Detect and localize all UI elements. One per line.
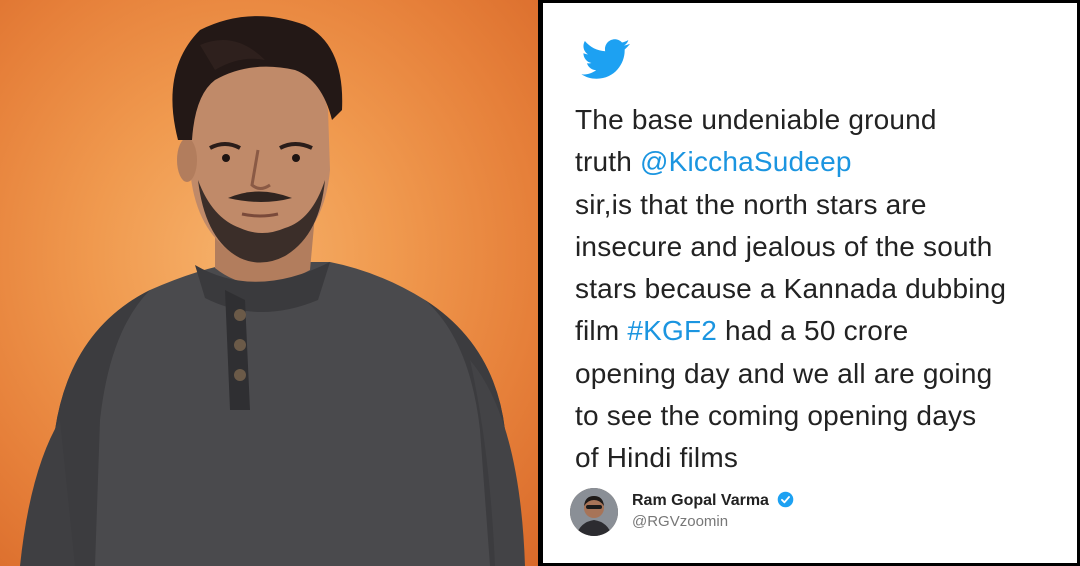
tweet-body: The base undeniable ground truth @KicchaS… [575, 99, 1070, 480]
meme-frame: The base undeniable ground truth @KicchaS… [0, 0, 1080, 566]
tweet-line: The base undeniable ground [575, 99, 1070, 141]
tweet-text-segment: sir,is that the north stars are [575, 188, 927, 220]
tweet-line: to see the coming opening days [575, 395, 1070, 437]
avatar[interactable] [570, 488, 618, 536]
tweet-author[interactable]: Ram Gopal Varma @RGVzoomin [570, 486, 870, 538]
verified-badge-icon [778, 491, 794, 508]
tweet-text-segment: truth [575, 146, 641, 178]
tweet-line: opening day and we all are going [575, 353, 1070, 395]
tweet-text-segment: to see the coming opening days [575, 400, 977, 432]
tweet-text-segment: of Hindi films [575, 442, 739, 474]
tweet-line: of Hindi films [575, 437, 1070, 479]
tweet-line: truth @KicchaSudeep [575, 141, 1070, 183]
tweet-text-segment: opening day and we all are going [575, 357, 993, 389]
twitter-bird-icon [581, 39, 630, 79]
author-name-text: Ram Gopal Varma [632, 492, 769, 509]
hashtag-link[interactable]: #KGF2 [627, 315, 717, 346]
tweet-text-segment: had a 50 crore [717, 315, 909, 347]
tweet-line: film #KGF2 had a 50 crore [575, 310, 1070, 352]
tweet-line: stars because a Kannada dubbing [575, 268, 1070, 310]
author-handle[interactable]: @RGVzoomin [632, 513, 728, 530]
tweet-text-segment: insecure and jealous of the south [575, 230, 993, 262]
author-name[interactable]: Ram Gopal Varma [632, 491, 794, 510]
tweet-text-segment: film [575, 315, 628, 347]
tweet-text-segment: stars because a Kannada dubbing [575, 273, 1007, 305]
portrait-illustration [20, 16, 525, 566]
tweet-text-segment: The base undeniable ground [575, 104, 937, 135]
tweet-line: insecure and jealous of the south [575, 226, 1070, 268]
tweet-line: sir,is that the north stars are [575, 184, 1070, 226]
mention-link[interactable]: @KicchaSudeep [640, 146, 852, 177]
portrait-photo [0, 0, 538, 566]
tweet-card: The base undeniable ground truth @KicchaS… [543, 3, 1077, 563]
